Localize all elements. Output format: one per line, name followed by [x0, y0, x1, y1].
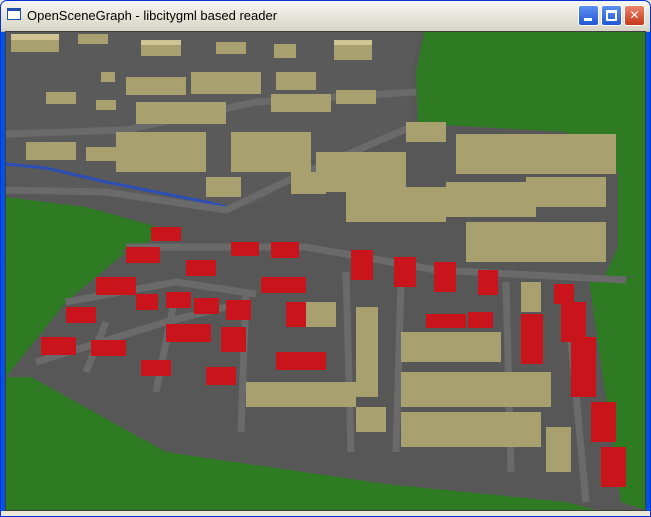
minimize-button[interactable] — [578, 5, 599, 26]
close-button[interactable]: ✕ — [624, 5, 645, 26]
window-app-icon — [7, 8, 21, 20]
close-icon: ✕ — [629, 8, 640, 22]
maximize-button[interactable] — [601, 5, 622, 26]
3d-scene-viewport[interactable] — [5, 31, 646, 511]
application-window: OpenSceneGraph - libcitygml based reader… — [0, 0, 651, 517]
city-scene[interactable] — [6, 32, 645, 510]
window-title: OpenSceneGraph - libcitygml based reader — [27, 8, 278, 23]
maximize-icon — [606, 10, 617, 21]
window-bottom-border — [1, 511, 650, 516]
minimize-icon — [584, 18, 592, 21]
title-bar[interactable]: OpenSceneGraph - libcitygml based reader… — [1, 1, 650, 32]
